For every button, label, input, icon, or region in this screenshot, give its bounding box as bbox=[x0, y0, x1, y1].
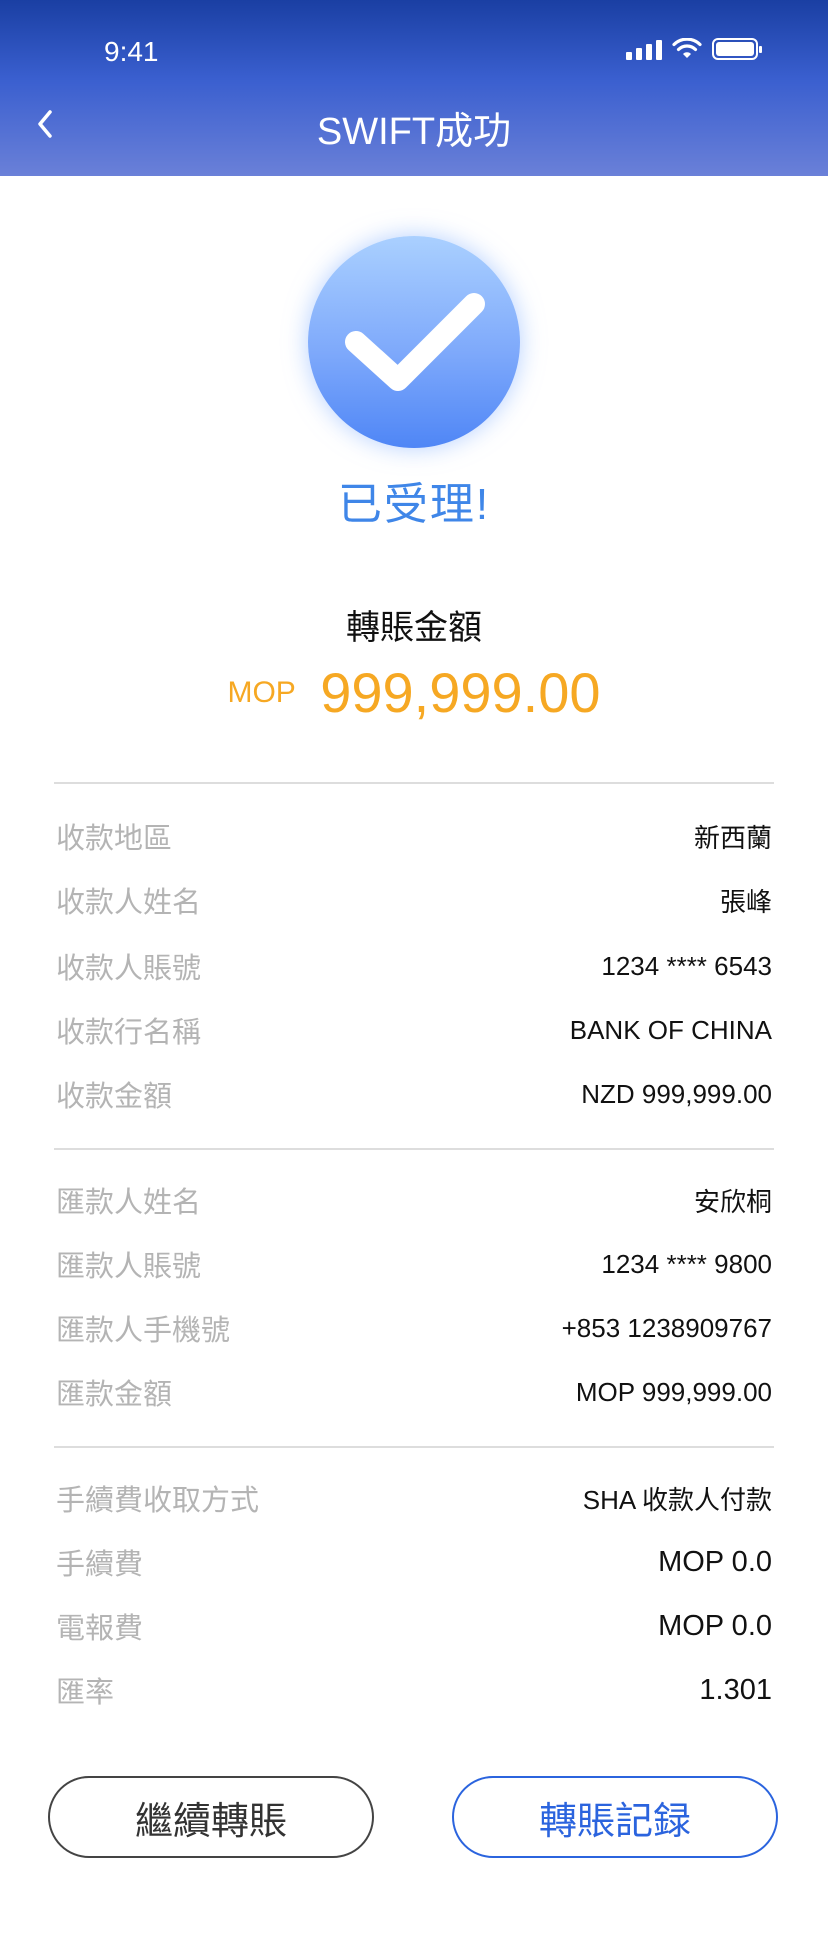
detail-label: 匯款金額 bbox=[56, 1379, 173, 1411]
status-time: 9:41 bbox=[104, 36, 159, 67]
detail-label: 收款金額 bbox=[56, 1081, 173, 1113]
success-icon bbox=[308, 236, 520, 448]
page-title: SWIFT成功 bbox=[316, 111, 512, 153]
detail-label: 收款人姓名 bbox=[56, 887, 202, 919]
detail-value: MOP 999,999.00 bbox=[575, 1376, 772, 1407]
detail-label: 收款行名稱 bbox=[56, 1017, 202, 1049]
detail-label: 電報費 bbox=[56, 1613, 144, 1645]
amount-currency: MOP bbox=[227, 675, 296, 709]
detail-row-telegraph-fee: 電報費 MOP 0.0 bbox=[56, 1606, 772, 1646]
status-icons bbox=[626, 38, 762, 60]
detail-value: 1234 **** 9800 bbox=[601, 1248, 772, 1279]
status-title: 已受理! bbox=[337, 480, 491, 529]
detail-row-payer-account: 匯款人賬號 1234 **** 9800 bbox=[56, 1244, 772, 1284]
detail-value: 1.301 bbox=[699, 1673, 772, 1706]
detail-row-payee-account: 收款人賬號 1234 **** 6543 bbox=[56, 946, 772, 986]
transfer-records-button[interactable]: 轉賬記録 bbox=[452, 1776, 778, 1858]
continue-transfer-button[interactable]: 繼續轉賬 bbox=[48, 1776, 374, 1858]
detail-row-payer-amount: 匯款金額 MOP 999,999.00 bbox=[56, 1372, 772, 1412]
detail-value: 安欣桐 bbox=[693, 1186, 772, 1217]
detail-row-fee-method: 手續費收取方式 SHA 收款人付款 bbox=[56, 1478, 772, 1518]
detail-value: 張峰 bbox=[719, 886, 772, 917]
detail-value: MOP 0.0 bbox=[658, 1609, 772, 1642]
detail-value: 新西蘭 bbox=[693, 822, 772, 853]
amount-value: 999,999.00 bbox=[320, 661, 601, 724]
detail-row-fee: 手續費 MOP 0.0 bbox=[56, 1542, 772, 1582]
detail-label: 匯款人賬號 bbox=[56, 1251, 202, 1283]
amount-display: MOP 999,999.00 bbox=[0, 660, 828, 725]
detail-label: 匯款人姓名 bbox=[56, 1187, 202, 1219]
detail-label: 匯率 bbox=[56, 1677, 115, 1709]
detail-row-exchange-rate: 匯率 1.301 bbox=[56, 1670, 772, 1710]
detail-row-payee-name: 收款人姓名 張峰 bbox=[56, 880, 772, 920]
detail-label: 收款人賬號 bbox=[56, 953, 202, 985]
divider bbox=[54, 1148, 774, 1150]
signal-icon bbox=[626, 38, 662, 60]
checkmark-icon bbox=[345, 293, 485, 391]
detail-label: 匯款人手機號 bbox=[56, 1315, 231, 1347]
detail-row-payee-bank: 收款行名稱 BANK OF CHINA bbox=[56, 1010, 772, 1050]
detail-value: SHA 收款人付款 bbox=[582, 1484, 772, 1515]
detail-row-payer-phone: 匯款人手機號 +853 1238909767 bbox=[56, 1308, 772, 1348]
detail-value: 1234 **** 6543 bbox=[601, 950, 772, 981]
detail-row-payee-region: 收款地區 新西蘭 bbox=[56, 816, 772, 856]
detail-label: 手續費收取方式 bbox=[56, 1485, 260, 1517]
detail-row-payer-name: 匯款人姓名 安欣桐 bbox=[56, 1180, 772, 1220]
detail-label: 手續費 bbox=[56, 1549, 144, 1581]
detail-value: MOP 0.0 bbox=[658, 1545, 772, 1578]
header: 9:41 SWIFT成功 bbox=[0, 0, 828, 176]
detail-value: BANK OF CHINA bbox=[569, 1014, 772, 1045]
detail-label: 收款地區 bbox=[56, 823, 173, 855]
divider bbox=[54, 782, 774, 784]
detail-row-payee-amount: 收款金額 NZD 999,999.00 bbox=[56, 1074, 772, 1114]
detail-value: NZD 999,999.00 bbox=[581, 1078, 772, 1109]
battery-icon bbox=[712, 38, 762, 60]
detail-value: +853 1238909767 bbox=[561, 1312, 772, 1343]
amount-label: 轉賬金額 bbox=[346, 609, 482, 647]
divider bbox=[54, 1446, 774, 1448]
wifi-icon bbox=[672, 38, 702, 58]
